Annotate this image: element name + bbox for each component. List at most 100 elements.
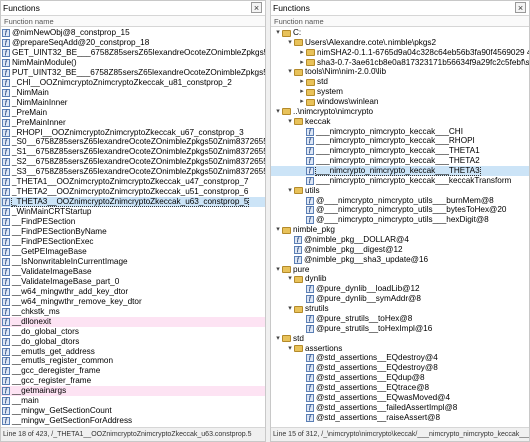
function-row[interactable]: f __gcc_deregister_frame [1,366,265,376]
tree-function-row[interactable]: f @pure_strutils__toHex@8 [271,314,529,324]
tree-function-row[interactable]: f @std_assertions__EQdestroy@8 [271,363,529,373]
chevron-down-icon[interactable]: ▾ [286,344,294,354]
function-row[interactable]: f _S2__6758Z85sersZ65lexandreOcoteZOnimbl… [1,157,265,167]
tree-folder-row[interactable]: ▸ nimSHA2-0.1.1-6765d9a04c328c64eb56b3fa9… [271,48,529,58]
tree-function-row[interactable]: f ___nimcrypto_nimcrypto_keccak___RHOPI [271,136,529,146]
function-row[interactable]: f _THETA3__OOZnimcryptoZnimcryptoZkeccak_… [1,197,265,208]
function-row[interactable]: f __main [1,396,265,406]
tree-function-row[interactable]: f @std_assertions__EQdestroy@4 [271,353,529,363]
tree-function-row[interactable]: f @std_assertions__EQtrace@8 [271,383,529,393]
tree-function-row[interactable]: f @pure_dynlib__symAddr@8 [271,294,529,304]
chevron-down-icon[interactable]: ▾ [286,38,294,48]
chevron-down-icon[interactable]: ▾ [274,334,282,344]
function-row[interactable]: f __getmainargs [1,386,265,397]
chevron-right-icon[interactable]: ▸ [298,97,306,107]
tree-folder-row[interactable]: ▾ utils [271,186,529,196]
function-row[interactable]: f @prepareSeqAdd@20_constprop_18 [1,38,265,48]
function-row[interactable]: f __emutls_get_address [1,347,265,357]
chevron-right-icon[interactable]: ▸ [298,58,306,68]
function-row[interactable]: f __do_global_ctors [1,327,265,337]
function-row[interactable]: f __FindPESection [1,217,265,227]
tree-folder-row[interactable]: ▸ std [271,77,529,87]
function-row[interactable]: f @nimNewObj@8_constprop_15 [1,28,265,38]
tree-folder-row[interactable]: ▾ nimble_pkg [271,225,529,235]
tree-function-row[interactable]: f ___nimcrypto_nimcrypto_keccak___CHI [271,127,529,137]
tree-function-row[interactable]: f ___nimcrypto_nimcrypto_keccak___THETA3 [271,166,529,176]
function-row[interactable]: f __ValidateImageBase_part_0 [1,277,265,287]
chevron-down-icon[interactable]: ▾ [274,225,282,235]
tree-folder-row[interactable]: ▾ pure [271,265,529,275]
function-row[interactable]: f __do_global_dtors [1,337,265,347]
function-row[interactable]: f _S3__6758Z85sersZ65lexandreOcoteZOnimbl… [1,167,265,177]
chevron-right-icon[interactable]: ▸ [298,48,306,58]
chevron-down-icon[interactable]: ▾ [286,186,294,196]
chevron-down-icon[interactable]: ▾ [274,28,282,38]
tree-folder-row[interactable]: ▾ strutils [271,304,529,314]
tree-function-row[interactable]: f @___nimcrypto_nimcrypto_utils___bytesTo… [271,205,529,215]
left-panel-close-icon[interactable]: × [251,2,262,13]
right-panel-close-icon[interactable]: × [515,2,526,13]
chevron-down-icon[interactable]: ▾ [286,67,294,77]
left-function-list[interactable]: f @nimNewObj@8_constprop_15 f @prepareSeqAd… [1,28,265,427]
function-row[interactable]: f __emutls_register_common [1,356,265,366]
function-row[interactable]: f __mingw_GetSectionCount [1,406,265,416]
tree-function-row[interactable]: f @std_assertions__EQwasMoved@4 [271,393,529,403]
function-row[interactable]: f _NimMain [1,88,265,98]
chevron-down-icon[interactable]: ▾ [274,107,282,117]
function-row[interactable]: f __gcc_register_frame [1,376,265,386]
tree-function-row[interactable]: f @pure_strutils__toHexImpl@16 [271,324,529,334]
tree-function-row[interactable]: f @___nimcrypto_nimcrypto_utils___hexDigi… [271,215,529,225]
function-row[interactable]: f __w64_mingwthr_remove_key_dtor [1,297,265,307]
function-row[interactable]: f GET_UINT32_BE___6758Z85sersZ65lexandreO… [1,48,265,58]
function-row[interactable]: f __FindPESectionExec [1,237,265,247]
chevron-down-icon[interactable]: ▾ [286,117,294,127]
function-row[interactable]: f __dllonexit [1,316,265,327]
function-row[interactable]: f _CHI__OOZnimcryptoZnimcryptoZkeccak_u81… [1,78,265,88]
chevron-down-icon[interactable]: ▾ [286,274,294,284]
right-function-tree[interactable]: ▾ C: ▾ Users\Alexandre.cote\.nimble\pkgs2 ▸ n… [271,28,529,427]
chevron-right-icon[interactable]: ▸ [298,77,306,87]
function-row[interactable]: f _S1__6758Z85sersZ65lexandreOcoteZOnimbl… [1,147,265,157]
tree-folder-row[interactable]: ▾ assertions [271,344,529,354]
tree-function-row[interactable]: f ___nimcrypto_nimcrypto_keccak___THETA2 [271,156,529,166]
function-row[interactable]: f _NimMainInner [1,98,265,108]
tree-function-row[interactable]: f @std_assertions__EQdup@8 [271,373,529,383]
function-row[interactable]: f _RHOPI__OOZnimcryptoZnimcryptoZkeccak_u… [1,128,265,138]
tree-function-row[interactable]: f @nimble_pkg__sha3_update@16 [271,255,529,265]
function-row[interactable]: f __IsNonwritableInCurrentImage [1,257,265,267]
tree-folder-row[interactable]: ▾ tools\Nim\nim-2.0.0\lib [271,67,529,77]
tree-function-row[interactable]: f @std_assertions__failedAssertImpl@8 [271,403,529,413]
tree-folder-row[interactable]: ▾ keccak [271,117,529,127]
tree-function-row[interactable]: f @nimble_pkg__digest@12 [271,245,529,255]
tree-folder-row[interactable]: ▸ sha3-0.7-3ae61cb8e0a817323171b56634f9a2… [271,58,529,68]
tree-function-row[interactable]: f ___nimcrypto_nimcrypto_keccak___keccakT… [271,176,529,186]
tree-folder-row[interactable]: ▸ system [271,87,529,97]
tree-function-row[interactable]: f @std_assertions__raiseAssert@8 [271,413,529,423]
function-row[interactable]: f __ValidateImageBase [1,267,265,277]
tree-folder-row[interactable]: ▾ dynlib [271,274,529,284]
tree-folder-row[interactable]: ▾ ..\nimcrypto\nimcrypto [271,107,529,117]
function-row[interactable]: f _PreMainInner [1,118,265,128]
function-row[interactable]: f _WinMainCRTStartup [1,207,265,217]
function-row[interactable]: f __chkstk_ms [1,307,265,317]
tree-folder-row[interactable]: ▾ Users\Alexandre.cote\.nimble\pkgs2 [271,38,529,48]
tree-function-row[interactable]: f @___nimcrypto_nimcrypto_utils___burnMem… [271,196,529,206]
function-row[interactable]: f PUT_UINT32_BE___6758Z85sersZ65lexandreO… [1,68,265,78]
function-row[interactable]: f __mingw_GetSectionForAddress [1,416,265,426]
function-row[interactable]: f _PreMain [1,108,265,118]
chevron-down-icon[interactable]: ▾ [274,265,282,275]
function-row[interactable]: f __w64_mingwthr_add_key_dtor [1,287,265,297]
function-row[interactable]: f __FindPESectionByName [1,227,265,237]
chevron-right-icon[interactable]: ▸ [298,87,306,97]
function-row[interactable]: f _S0__6758Z85sersZ65lexandreOcoteZOnimbl… [1,137,265,147]
chevron-down-icon[interactable]: ▾ [286,304,294,314]
function-row[interactable]: f _THETA1__OOZnimcryptoZnimcryptoZkeccak_… [1,177,265,187]
right-column-header[interactable]: Function name [271,15,529,27]
tree-folder-row[interactable]: ▾ std [271,334,529,344]
left-column-header[interactable]: Function name [1,15,265,27]
tree-folder-row[interactable]: ▸ windows\winlean [271,97,529,107]
tree-function-row[interactable]: f @nimble_pkg__DOLLAR@4 [271,235,529,245]
tree-function-row[interactable]: f ___nimcrypto_nimcrypto_keccak___THETA1 [271,146,529,156]
function-row[interactable]: f NimMainModule() [1,58,265,68]
function-row[interactable]: f _THETA2__OOZnimcryptoZnimcryptoZkeccak_… [1,187,265,197]
